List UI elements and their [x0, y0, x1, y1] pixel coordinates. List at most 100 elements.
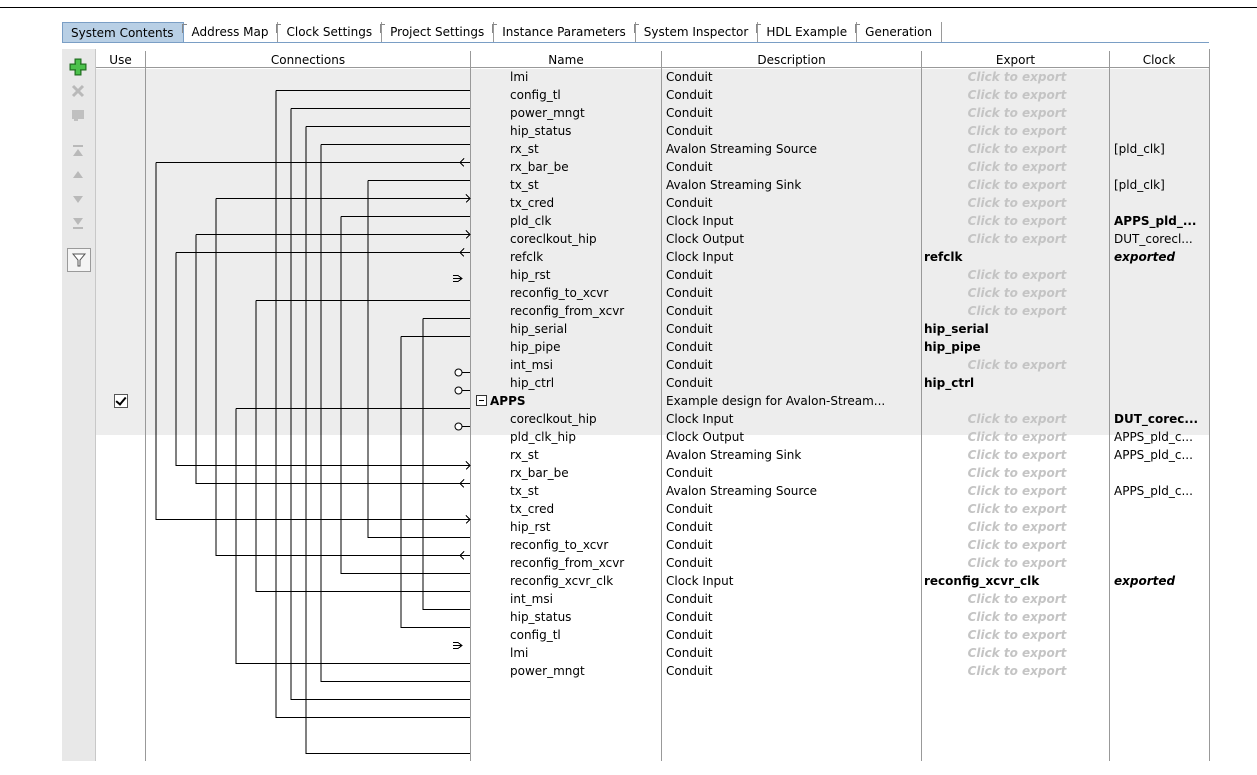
interface-name[interactable]: reconfig_to_xcvr	[510, 284, 660, 302]
remove-button[interactable]	[67, 80, 89, 102]
click-to-export[interactable]: Click to export	[924, 446, 1110, 464]
tab-generation[interactable]: Generation	[855, 22, 943, 42]
clock-value[interactable]: APPS_pld_...	[1114, 212, 1208, 230]
export-name[interactable]: hip_pipe	[924, 338, 1110, 356]
interface-name[interactable]: int_msi	[510, 590, 660, 608]
click-to-export[interactable]: Click to export	[924, 86, 1110, 104]
interface-name[interactable]: hip_pipe	[510, 338, 660, 356]
interface-name[interactable]: lmi	[510, 644, 660, 662]
click-to-export[interactable]: Click to export	[924, 356, 1110, 374]
clock-value[interactable]: exported	[1114, 248, 1208, 266]
edit-button[interactable]	[67, 104, 89, 126]
click-to-export[interactable]: Click to export	[924, 428, 1110, 446]
filter-button[interactable]	[67, 248, 91, 272]
connection-wire-hip_rst[interactable]	[255, 300, 470, 592]
click-to-export[interactable]: Click to export	[924, 590, 1110, 608]
interface-name[interactable]: reconfig_from_xcvr	[510, 554, 660, 572]
click-to-export[interactable]: Click to export	[924, 626, 1110, 644]
connection-wire-int_msi[interactable]	[235, 408, 470, 664]
interface-name[interactable]: config_tl	[510, 626, 660, 644]
interface-name[interactable]: tx_cred	[510, 194, 660, 212]
interface-name[interactable]: pld_clk	[510, 212, 660, 230]
connection-wire-lmi[interactable]	[275, 90, 470, 718]
clock-value[interactable]: exported	[1114, 572, 1208, 590]
connection-wire-reconfig_to_xcvr[interactable]	[422, 318, 470, 610]
tab-system-contents[interactable]: System Contents	[62, 22, 184, 42]
interface-name[interactable]: hip_rst	[510, 518, 660, 536]
click-to-export[interactable]: Click to export	[924, 140, 1110, 158]
export-name[interactable]: hip_ctrl	[924, 374, 1110, 392]
move-to-bottom-button[interactable]	[67, 212, 89, 234]
tab-hdl-example[interactable]: HDL Example	[756, 22, 858, 42]
interface-name[interactable]: reconfig_to_xcvr	[510, 536, 660, 554]
click-to-export[interactable]: Click to export	[924, 554, 1110, 572]
click-to-export[interactable]: Click to export	[924, 104, 1110, 122]
interface-name[interactable]: int_msi	[510, 356, 660, 374]
move-up-button[interactable]	[67, 164, 89, 186]
click-to-export[interactable]: Click to export	[924, 518, 1110, 536]
connection-wire-reconfig_from_xcvr[interactable]	[400, 336, 470, 628]
interface-name[interactable]: pld_clk_hip	[510, 428, 660, 446]
connection-wire-config_tl[interactable]	[290, 108, 470, 700]
export-name[interactable]: hip_serial	[924, 320, 1110, 338]
click-to-export[interactable]: Click to export	[924, 500, 1110, 518]
clock-value[interactable]: [pld_clk]	[1114, 176, 1208, 194]
click-to-export[interactable]: Click to export	[924, 302, 1110, 320]
interface-name[interactable]: rx_bar_be	[510, 464, 660, 482]
interface-name[interactable]: hip_serial	[510, 320, 660, 338]
click-to-export[interactable]: Click to export	[924, 176, 1110, 194]
export-name[interactable]: refclk	[924, 248, 1110, 266]
interface-name[interactable]: refclk	[510, 248, 660, 266]
click-to-export[interactable]: Click to export	[924, 284, 1110, 302]
connection-wire-coreclkout_hip[interactable]	[175, 252, 470, 466]
clock-value[interactable]: APPS_pld_c...	[1114, 482, 1208, 500]
interface-name[interactable]: config_tl	[510, 86, 660, 104]
connections-diagram[interactable]	[96, 49, 476, 761]
interface-name[interactable]: coreclkout_hip	[510, 410, 660, 428]
connection-wire-power_mngt[interactable]	[305, 126, 470, 754]
clock-value[interactable]: APPS_pld_c...	[1114, 428, 1208, 446]
move-down-button[interactable]	[67, 188, 89, 210]
interface-name[interactable]: power_mngt	[510, 662, 660, 680]
connection-wire-hip_status[interactable]	[320, 144, 470, 682]
click-to-export[interactable]: Click to export	[924, 662, 1110, 680]
tab-project-settings[interactable]: Project Settings	[380, 22, 495, 42]
interface-name[interactable]: rx_st	[510, 140, 660, 158]
click-to-export[interactable]: Click to export	[924, 644, 1110, 662]
clock-value[interactable]: DUT_corecl...	[1114, 230, 1208, 248]
click-to-export[interactable]: Click to export	[924, 536, 1110, 554]
clock-value[interactable]: [pld_clk]	[1114, 140, 1208, 158]
tab-instance-parameters[interactable]: Instance Parameters	[492, 22, 636, 42]
interface-name[interactable]: hip_status	[510, 608, 660, 626]
click-to-export[interactable]: Click to export	[924, 158, 1110, 176]
interface-name[interactable]: lmi	[510, 68, 660, 86]
interface-name[interactable]: power_mngt	[510, 104, 660, 122]
click-to-export[interactable]: Click to export	[924, 266, 1110, 284]
collapse-toggle-icon[interactable]	[476, 395, 487, 406]
tab-system-inspector[interactable]: System Inspector	[633, 22, 759, 42]
interface-name[interactable]: tx_st	[510, 482, 660, 500]
export-name[interactable]: reconfig_xcvr_clk	[924, 572, 1110, 590]
click-to-export[interactable]: Click to export	[924, 194, 1110, 212]
interface-name[interactable]: rx_st	[510, 446, 660, 464]
click-to-export[interactable]: Click to export	[924, 482, 1110, 500]
interface-name[interactable]: reconfig_from_xcvr	[510, 302, 660, 320]
add-button[interactable]	[67, 56, 89, 78]
tab-address-map[interactable]: Address Map	[181, 22, 279, 42]
tab-clock-settings[interactable]: Clock Settings	[276, 22, 383, 42]
interface-name[interactable]: hip_ctrl	[510, 374, 660, 392]
click-to-export[interactable]: Click to export	[924, 212, 1110, 230]
click-to-export[interactable]: Click to export	[924, 464, 1110, 482]
clock-value[interactable]: APPS_pld_c...	[1114, 446, 1208, 464]
click-to-export[interactable]: Click to export	[924, 608, 1110, 626]
interface-name[interactable]: rx_bar_be	[510, 158, 660, 176]
interface-name[interactable]: coreclkout_hip	[510, 230, 660, 248]
interface-name[interactable]: tx_cred	[510, 500, 660, 518]
interface-name[interactable]: tx_st	[510, 176, 660, 194]
component-name[interactable]: APPS	[490, 392, 640, 410]
interface-name[interactable]: hip_status	[510, 122, 660, 140]
interface-name[interactable]: reconfig_xcvr_clk	[510, 572, 660, 590]
click-to-export[interactable]: Click to export	[924, 122, 1110, 140]
interface-name[interactable]: hip_rst	[510, 266, 660, 284]
connection-wire-pld_clk[interactable]	[195, 234, 470, 484]
